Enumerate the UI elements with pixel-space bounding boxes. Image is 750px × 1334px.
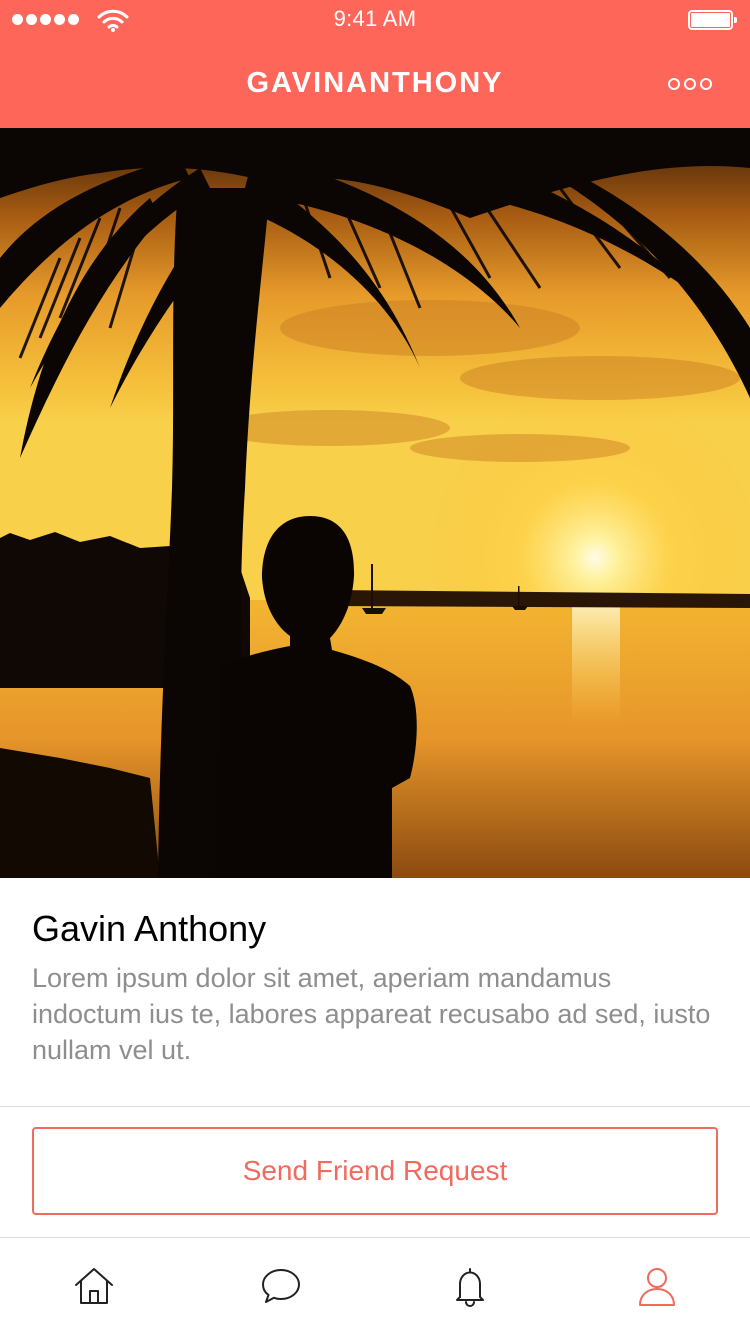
- status-time: 9:41 AM: [333, 6, 417, 31]
- profile-photo: [0, 128, 750, 878]
- home-icon: [75, 1268, 113, 1304]
- app-header: 9:41 AM GAVINANTHONY: [0, 0, 750, 128]
- profile-bio: Lorem ipsum dolor sit amet, aperiam mand…: [32, 963, 711, 1065]
- divider: [0, 1106, 750, 1107]
- tab-messages[interactable]: [257, 1262, 305, 1310]
- send-friend-request-button[interactable]: Send Friend Request: [32, 1127, 718, 1215]
- battery-icon: [688, 10, 738, 30]
- status-bar: 9:41 AM: [0, 0, 750, 40]
- tab-home[interactable]: [70, 1262, 118, 1310]
- profile-icon: [639, 1268, 675, 1306]
- more-icon: [668, 78, 680, 90]
- profile-name: Gavin Anthony: [32, 908, 267, 949]
- tab-bar: [0, 1238, 750, 1334]
- more-icon: [700, 78, 712, 90]
- more-options-button[interactable]: [664, 70, 716, 98]
- bell-icon: [456, 1268, 484, 1308]
- tab-notifications[interactable]: [446, 1262, 494, 1310]
- more-icon: [684, 78, 696, 90]
- page-title: GAVINANTHONY: [246, 67, 504, 99]
- tab-profile[interactable]: [633, 1262, 681, 1310]
- chat-icon: [262, 1269, 300, 1303]
